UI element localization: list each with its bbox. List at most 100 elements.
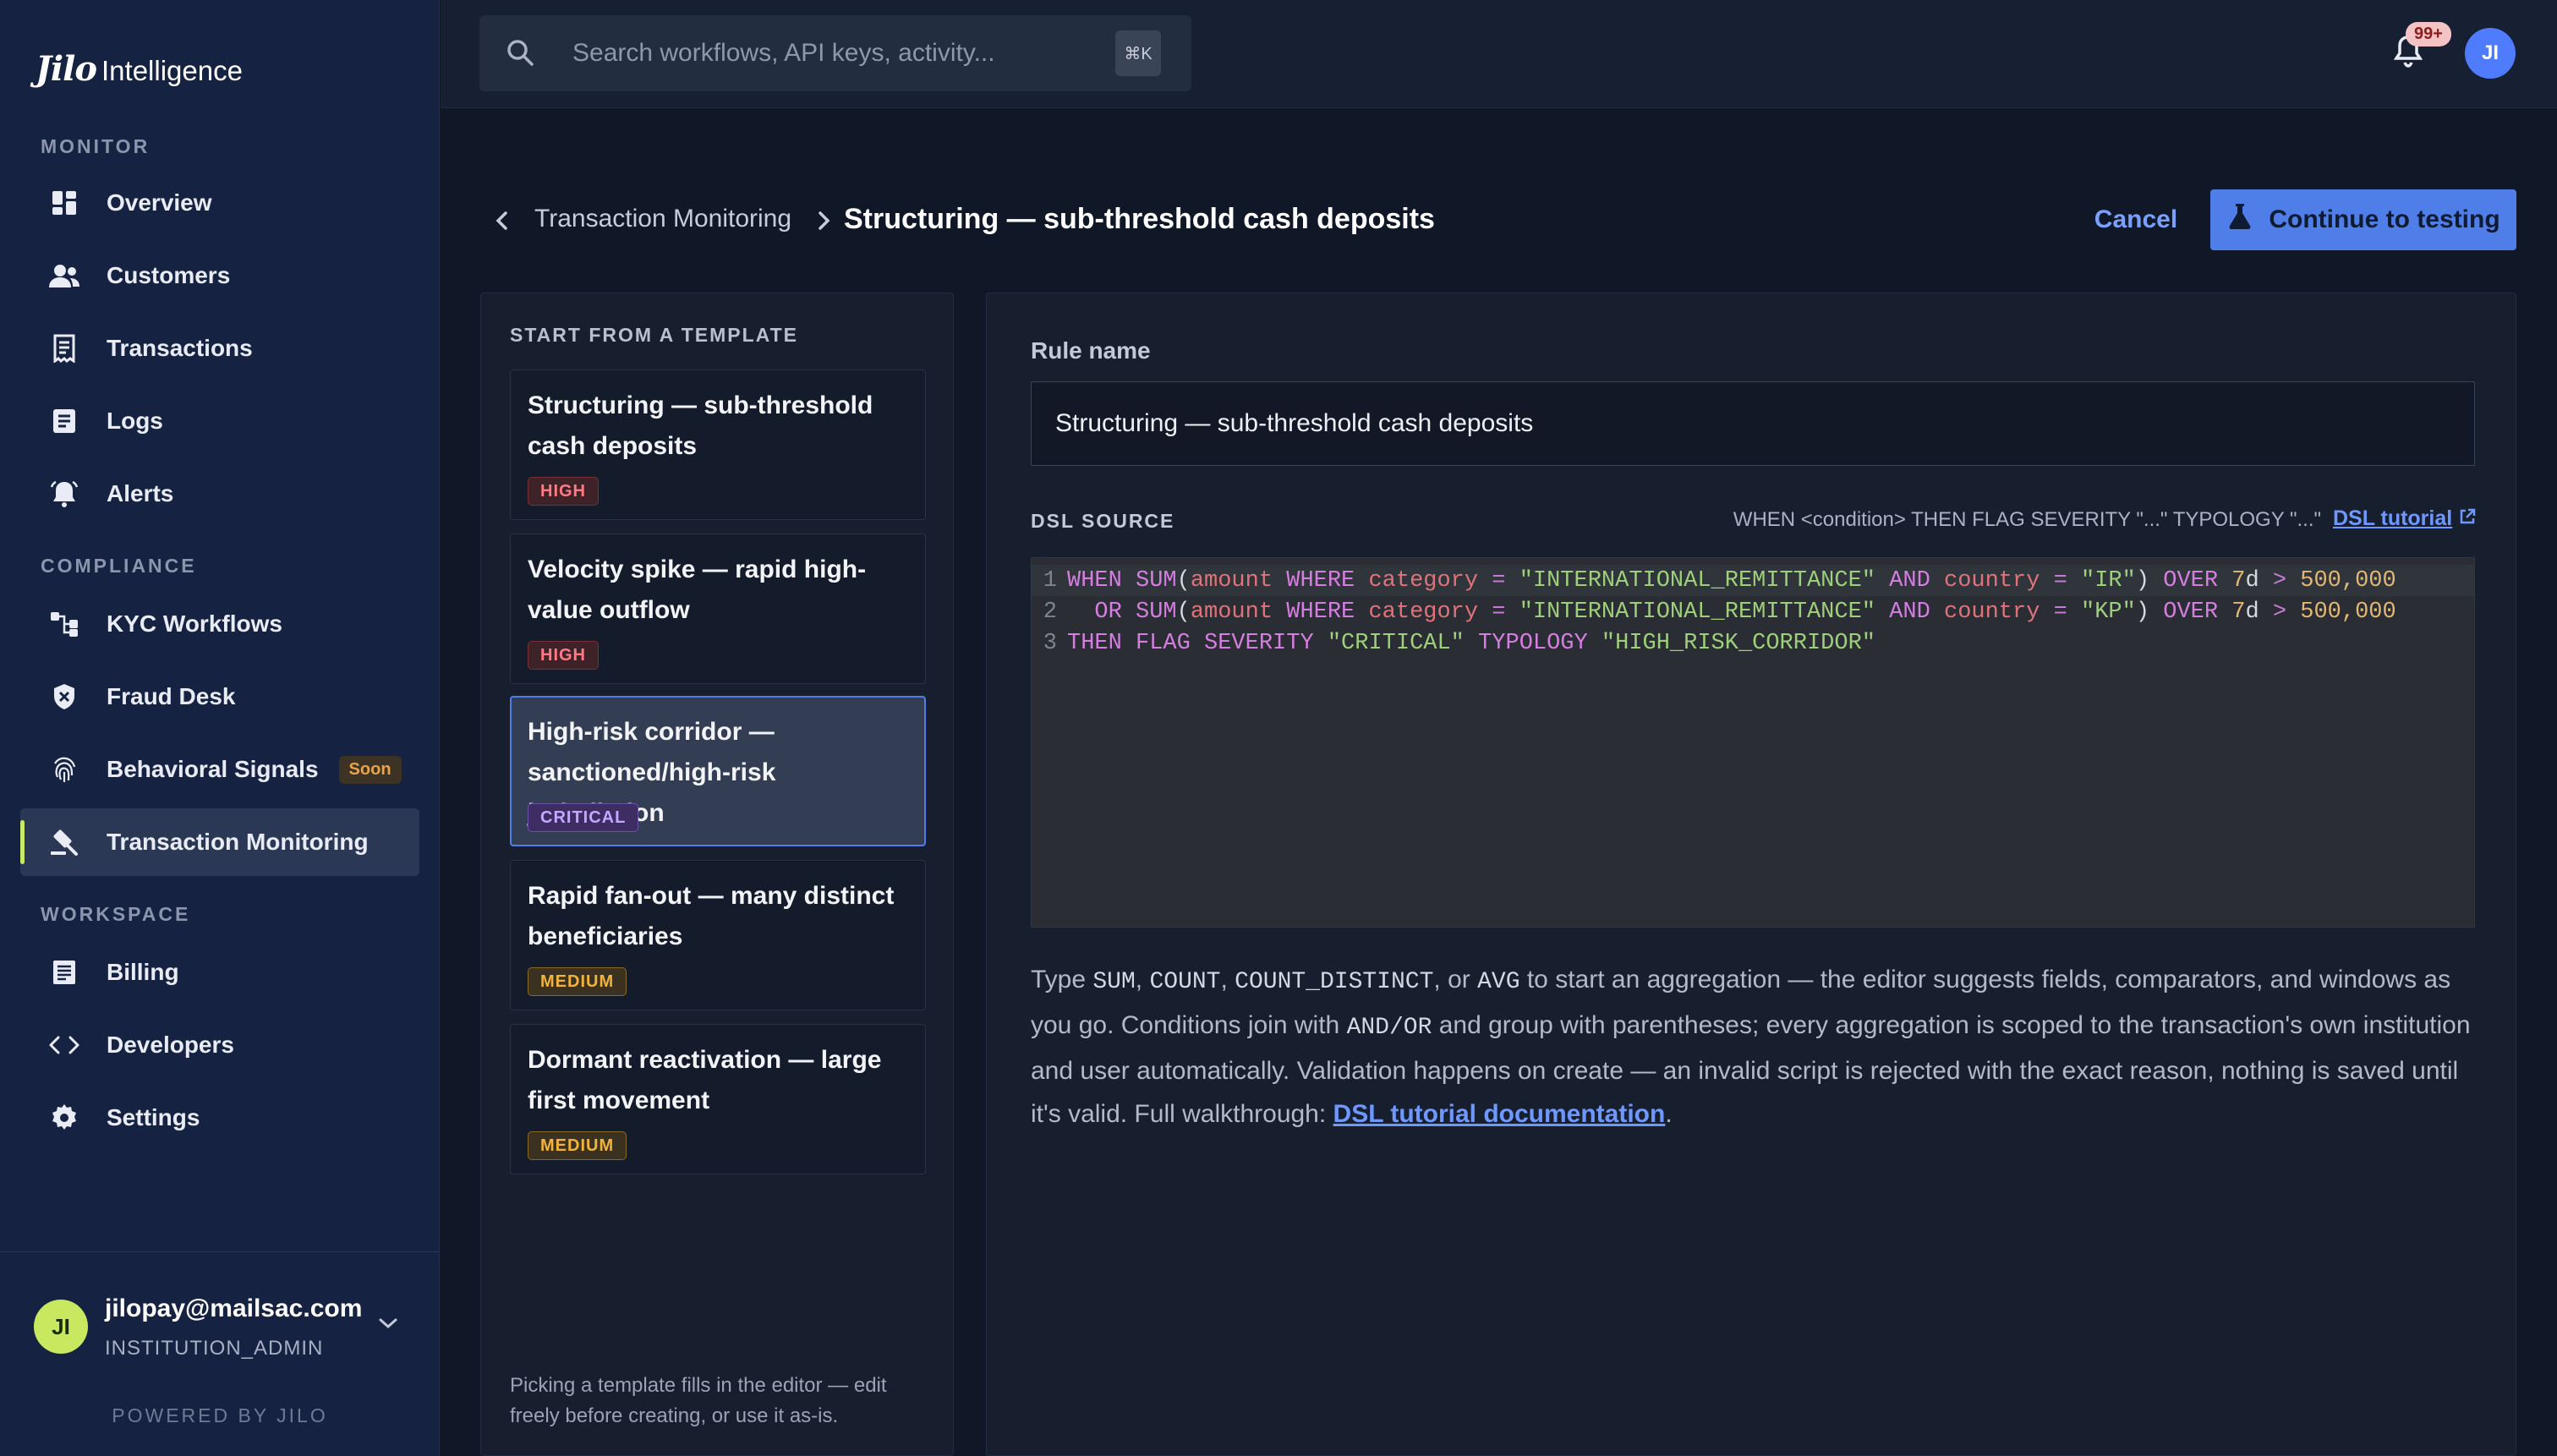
breadcrumb-parent-link[interactable]: Transaction Monitoring [534, 205, 791, 233]
sidebar-item-customers[interactable]: Customers [20, 242, 419, 309]
powered-by: POWERED BY JILO [112, 1404, 328, 1426]
help-text: , [1220, 966, 1235, 993]
bell-ring-icon [47, 477, 81, 511]
dsl-tutorial-link[interactable]: DSL tutorial [2333, 506, 2476, 531]
help-keyword: AND/OR [1346, 1015, 1432, 1041]
brand[interactable]: Jilo Intelligence [36, 49, 243, 89]
template-card-dormant-reactivation[interactable]: Dormant reactivation — large first movem… [510, 1024, 926, 1174]
dsl-source-label: DSL SOURCE [1031, 510, 1175, 532]
user-role: INSTITUTION_ADMIN [105, 1337, 324, 1360]
code-line-text: THEN FLAG SEVERITY "CRITICAL" TYPOLOGY "… [1067, 630, 1875, 656]
template-card-structuring[interactable]: Structuring — sub-threshold cash deposit… [510, 369, 926, 520]
template-title: Structuring — sub-threshold cash deposit… [528, 391, 873, 460]
search-input[interactable] [572, 34, 1080, 73]
severity-badge: CRITICAL [528, 803, 639, 832]
help-keyword: COUNT [1149, 969, 1221, 995]
line-number: 1 [1043, 567, 1057, 594]
sidebar-item-label: Transaction Monitoring [107, 829, 369, 855]
help-keyword: AVG [1477, 969, 1520, 995]
chevron-left-icon[interactable] [494, 210, 511, 236]
template-card-high-risk-corridor[interactable]: High-risk corridor — sanctioned/high-ris… [510, 696, 926, 846]
sidebar-item-transaction-monitoring[interactable]: Transaction Monitoring [20, 808, 419, 876]
help-text: . [1665, 1100, 1673, 1128]
external-link-icon [2459, 506, 2476, 531]
search-bar[interactable]: ⌘K [479, 15, 1191, 91]
sidebar-item-developers[interactable]: Developers [20, 1011, 419, 1079]
template-panel-heading: START FROM A TEMPLATE [510, 324, 798, 346]
chevron-right-icon [815, 210, 832, 236]
template-title: Rapid fan-out — many distinct beneficiar… [528, 882, 895, 950]
brand-name: Intelligence [101, 55, 243, 86]
flask-icon [2226, 202, 2253, 238]
help-text: , [1135, 966, 1150, 993]
code-line-text: WHEN SUM(amount WHERE category = "INTERN… [1067, 567, 2396, 594]
cancel-button[interactable]: Cancel [2085, 191, 2187, 249]
severity-badge: HIGH [528, 641, 599, 670]
sidebar-item-label: Customers [107, 262, 231, 288]
section-label-compliance: COMPLIANCE [41, 555, 197, 577]
template-title: Velocity spike — rapid high-value outflo… [528, 556, 867, 624]
shield-icon [47, 680, 81, 714]
code-line-text: OR SUM(amount WHERE category = "INTERNAT… [1094, 599, 2396, 625]
brand-logo: Jilo [36, 49, 97, 89]
sidebar-item-label: Developers [107, 1032, 234, 1058]
sidebar-item-settings[interactable]: Settings [20, 1084, 419, 1152]
gear-icon [47, 1101, 81, 1135]
rule-name-field[interactable] [1031, 381, 2475, 466]
sidebar-item-kyc-workflows[interactable]: KYC Workflows [20, 590, 419, 658]
section-label-monitor: MONITOR [41, 135, 151, 157]
sidebar-item-label: Transactions [107, 335, 253, 361]
code-icon [47, 1028, 81, 1062]
help-text: , or [1433, 966, 1478, 993]
continue-to-testing-label: Continue to testing [2269, 205, 2500, 233]
sidebar-item-transactions[interactable]: Transactions [20, 315, 419, 382]
help-text: Type [1031, 966, 1093, 993]
continue-to-testing-button[interactable]: Continue to testing [2210, 189, 2516, 250]
receipt-icon [47, 331, 81, 365]
workflow-icon [47, 607, 81, 641]
section-label-workspace: WORKSPACE [41, 903, 191, 925]
sidebar-item-billing[interactable]: Billing [20, 939, 419, 1006]
chevron-down-icon[interactable] [377, 1316, 399, 1334]
rule-editor-panel: Rule name DSL SOURCE WHEN <condition> TH… [986, 293, 2516, 1456]
topbar: ⌘K 99+ JI [441, 0, 2557, 108]
template-footer-note: Picking a template fills in the editor —… [510, 1374, 887, 1427]
template-panel: START FROM A TEMPLATE Structuring — sub-… [480, 293, 954, 1456]
user-menu[interactable]: JI jilopay@mailsac.com INSTITUTION_ADMIN… [0, 1251, 440, 1456]
users-icon [47, 259, 81, 293]
sidebar-item-label: KYC Workflows [107, 610, 282, 637]
soon-badge: Soon [338, 755, 402, 784]
template-card-rapid-fan-out[interactable]: Rapid fan-out — many distinct beneficiar… [510, 860, 926, 1010]
dsl-help-text: Type SUM, COUNT, COUNT_DISTINCT, or AVG … [1031, 958, 2485, 1136]
dsl-code-editor[interactable]: 1 WHEN SUM(amount WHERE category = "INTE… [1031, 557, 2475, 928]
sidebar-item-behavioral-signals[interactable]: Behavioral Signals Soon [20, 736, 419, 803]
sidebar-item-label: Behavioral Signals [107, 756, 319, 782]
sidebar-item-logs[interactable]: Logs [20, 387, 419, 455]
sidebar-item-alerts[interactable]: Alerts [20, 460, 419, 528]
sidebar-item-fraud-desk[interactable]: Fraud Desk [20, 663, 419, 731]
dsl-tutorial-link-label: DSL tutorial [2333, 506, 2453, 530]
code-line: 2 OR SUM(amount WHERE category = "INTERN… [1032, 596, 2474, 627]
template-card-velocity-spike[interactable]: Velocity spike — rapid high-value outflo… [510, 534, 926, 684]
user-email: jilopay@mailsac.com [105, 1295, 363, 1322]
sidebar-item-label: Fraud Desk [107, 683, 236, 709]
avatar[interactable]: JI [2465, 28, 2516, 79]
dsl-tutorial-documentation-link[interactable]: DSL tutorial documentation [1333, 1100, 1666, 1128]
invoice-icon [47, 955, 81, 989]
shortcut-hint: ⌘K [1115, 30, 1161, 76]
sidebar-item-label: Alerts [107, 480, 174, 506]
gavel-icon [47, 825, 81, 859]
help-keyword: SUM [1092, 969, 1136, 995]
sidebar-item-label: Billing [107, 959, 179, 985]
sidebar-item-overview[interactable]: Overview [20, 169, 419, 237]
search-icon [505, 37, 535, 72]
code-line: 1 WHEN SUM(amount WHERE category = "INTE… [1032, 565, 2474, 596]
dashboard-icon [47, 186, 81, 220]
sidebar-item-label: Overview [107, 189, 212, 216]
template-title: Dormant reactivation — large first movem… [528, 1046, 882, 1114]
sidebar: Jilo Intelligence MONITOR Overview Custo… [0, 0, 440, 1456]
sidebar-item-label: Logs [107, 408, 163, 434]
notification-count-badge: 99+ [2406, 22, 2451, 47]
document-icon [47, 404, 81, 438]
page-title: Structuring — sub-threshold cash deposit… [844, 203, 1435, 235]
